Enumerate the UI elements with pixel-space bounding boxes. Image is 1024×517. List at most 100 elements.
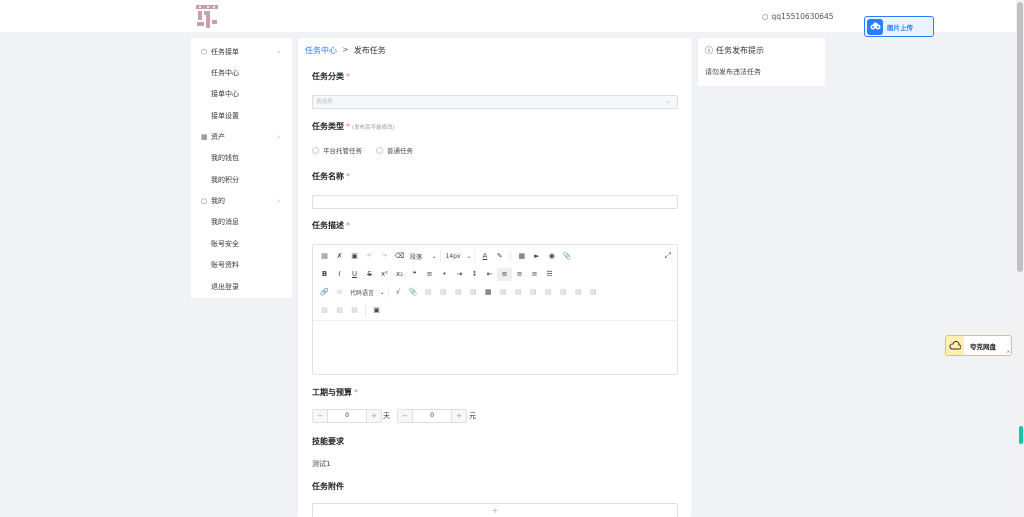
attachment-upload-area[interactable]: +	[312, 503, 678, 517]
sidebar-item-logout[interactable]: 退出登录	[191, 276, 292, 298]
attach-file-icon[interactable]: 📎	[406, 286, 421, 299]
attachments-label-text: 任务附件	[312, 482, 344, 491]
sidebar-item-account-profile[interactable]: 账号资料	[191, 255, 292, 277]
ordered-list-icon[interactable]: ≡	[422, 268, 437, 281]
user-account[interactable]: ○ qq15510630645	[762, 12, 834, 21]
tips-content: 请勿发布违法任务	[705, 68, 761, 76]
code-language-select[interactable]: 代码语言 ⌄	[347, 286, 389, 298]
line-height-icon[interactable]: ↕	[467, 268, 482, 281]
chevron-down-icon: ⌄	[665, 98, 671, 105]
table-split-icon[interactable]: ▤	[526, 286, 541, 299]
required-mark: *	[346, 221, 350, 230]
table-fullwidth-icon[interactable]: ▤	[586, 286, 601, 299]
scrollbar-thumb[interactable]	[1017, 2, 1023, 272]
align-left-icon[interactable]: ≡	[497, 267, 512, 281]
formula-icon[interactable]: √	[391, 286, 406, 299]
table-merge-icon[interactable]: ▤	[511, 286, 526, 299]
emoji-icon[interactable]: ▣	[369, 304, 384, 317]
category-select[interactable]: 请选择 ⌄	[312, 95, 678, 109]
italic-icon[interactable]: I	[332, 268, 347, 281]
attachment-icon[interactable]: 📎	[559, 250, 574, 263]
align-center-icon[interactable]: ≡	[512, 268, 527, 281]
underline-icon[interactable]: U	[347, 268, 362, 281]
video-icon[interactable]: ►	[529, 250, 544, 263]
publish-task-form: 任务中心 > 发布任务 任务分类 * 请选择 ⌄ 任务类型 * (发布后不能修改) 平…	[298, 38, 691, 517]
add-icon: +	[491, 506, 499, 515]
sidebar-item-points[interactable]: 我的积分	[191, 169, 292, 191]
audio-icon[interactable]: ◉	[544, 250, 559, 263]
breadcrumb-task-center[interactable]: 任务中心	[305, 45, 337, 56]
preview-icon[interactable]: ▣	[347, 250, 362, 263]
unlink-icon[interactable]: ⊘	[332, 286, 347, 299]
attachments-label: 任务附件	[312, 481, 344, 492]
cube-icon: ⬡	[201, 47, 208, 56]
code-language-value: 代码语言	[350, 289, 375, 297]
image-icon[interactable]: ▦	[514, 250, 529, 263]
sidebar-group-mine[interactable]: ○ 我的 ›	[191, 191, 292, 212]
bold-icon[interactable]: B	[317, 268, 332, 281]
sidebar-item-wallet[interactable]: 我的钱包	[191, 148, 292, 170]
table-width-icon[interactable]: ▤	[556, 286, 571, 299]
format-clear-icon[interactable]: ✗	[332, 250, 347, 263]
days-increment-button[interactable]: +	[367, 410, 381, 422]
table-delete-col-icon[interactable]: ▤	[466, 286, 481, 299]
outdent-icon[interactable]: ⇤	[482, 268, 497, 281]
budget-increment-button[interactable]: +	[452, 410, 466, 422]
bullet-list-icon[interactable]: •	[437, 268, 452, 281]
side-float-tab[interactable]	[1019, 426, 1023, 444]
font-color-icon[interactable]: A	[477, 250, 492, 263]
paragraph-select[interactable]: 段落 ⌄	[407, 250, 441, 262]
table-insert-col-icon[interactable]: ▤	[436, 286, 451, 299]
redo-icon[interactable]: ↷	[377, 250, 392, 263]
radio-circle[interactable]	[376, 146, 383, 154]
days-decrement-button[interactable]: −	[313, 410, 327, 422]
font-size-select[interactable]: 14px ⌄	[443, 250, 476, 262]
netdisk-float-button[interactable]: 夸克网盘 ✕	[945, 335, 1012, 356]
breadcrumb-current: 发布任务	[353, 46, 386, 55]
fullscreen-icon[interactable]: ⤢	[665, 251, 671, 261]
subscript-icon[interactable]: x₂	[392, 268, 407, 281]
table-delete-icon[interactable]: ▤	[571, 286, 586, 299]
sidebar-item-account-security[interactable]: 账号安全	[191, 233, 292, 255]
radio-normal[interactable]: 普通任务	[376, 145, 413, 155]
site-logo[interactable]	[194, 3, 220, 30]
sidebar-item-order-settings[interactable]: 接单设置	[191, 105, 292, 127]
undo-icon[interactable]: ↶	[362, 250, 377, 263]
sidebar-item-messages[interactable]: 我的消息	[191, 212, 292, 234]
source-icon[interactable]: ▤	[317, 250, 332, 263]
table-col-left-icon[interactable]: ▤	[347, 304, 362, 317]
sidebar-group-task[interactable]: ⬡ 任务接单 ›	[191, 41, 292, 62]
sidebar-item-task-center[interactable]: 任务中心	[191, 62, 292, 84]
align-justify-icon[interactable]: ☰	[542, 268, 557, 281]
task-name-input[interactable]	[312, 195, 678, 209]
background-color-icon[interactable]: ✎	[492, 250, 507, 263]
radio-platform-hosted[interactable]: 平台托管任务	[312, 145, 362, 155]
radio-circle[interactable]	[312, 146, 319, 154]
table-row-above-icon[interactable]: ▤	[317, 304, 332, 317]
strikethrough-icon[interactable]: S	[362, 268, 377, 281]
align-right-icon[interactable]: ≡	[527, 268, 542, 281]
table-delete-row-icon[interactable]: ▤	[451, 286, 466, 299]
cloud-upload-icon	[867, 18, 883, 35]
sidebar-group-assets[interactable]: ▦ 资产 ›	[191, 127, 292, 148]
link-icon[interactable]: 🔗	[317, 286, 332, 299]
table-header-icon[interactable]: ▤	[496, 286, 511, 299]
blockquote-icon[interactable]: ❝	[407, 268, 422, 281]
budget-stepper[interactable]: − 0 +	[397, 409, 467, 423]
budget-value[interactable]: 0	[412, 410, 452, 422]
budget-decrement-button[interactable]: −	[398, 410, 412, 422]
superscript-icon[interactable]: x²	[377, 268, 392, 281]
days-value[interactable]: 0	[327, 410, 367, 422]
table-icon[interactable]: ▦	[481, 286, 496, 299]
radio-label: 平台托管任务	[323, 147, 362, 155]
table-row-below-icon[interactable]: ▤	[332, 304, 347, 317]
table-insert-row-icon[interactable]: ▤	[421, 286, 436, 299]
days-stepper[interactable]: − 0 +	[312, 409, 382, 423]
close-icon[interactable]: ✕	[1007, 349, 1010, 354]
eraser-icon[interactable]: ⌫	[392, 250, 407, 263]
indent-icon[interactable]: ⇥	[452, 268, 467, 281]
table-cell-icon[interactable]: ▤	[541, 286, 556, 299]
sidebar-item-order-center[interactable]: 接单中心	[191, 84, 292, 106]
image-upload-badge[interactable]: 图片上传	[864, 16, 934, 37]
category-label: 任务分类 *	[312, 71, 350, 82]
